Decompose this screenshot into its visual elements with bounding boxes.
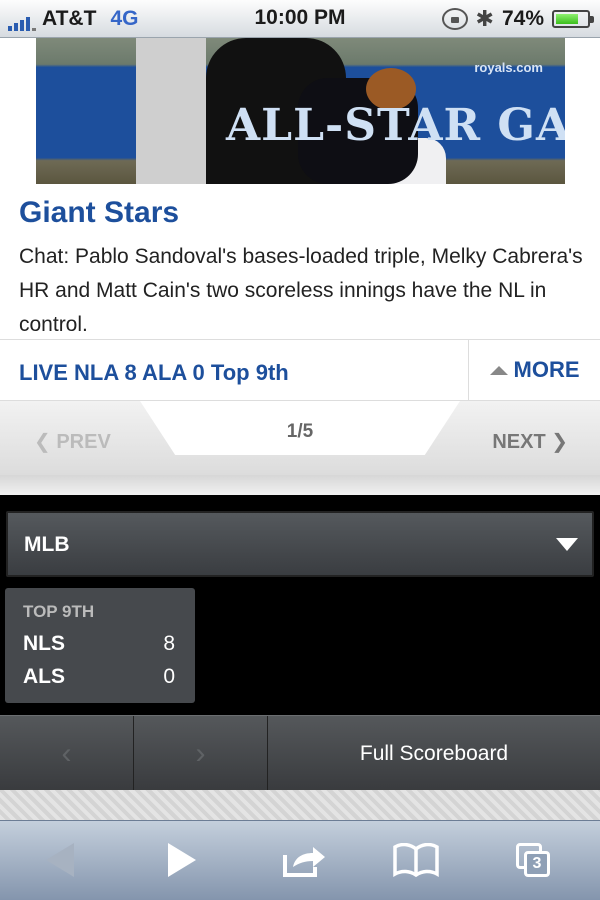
- chevron-right-icon: ›: [195, 737, 206, 770]
- hero-image[interactable]: ALL-STAR GAME 20 royals.com: [36, 38, 565, 184]
- scores-prev-button[interactable]: ‹: [0, 716, 134, 792]
- forward-button[interactable]: [152, 835, 212, 885]
- league-select[interactable]: MLB: [6, 511, 594, 577]
- status-bar: AT&T 4G 10:00 PM ✱ 74%: [0, 0, 600, 38]
- team-runs: 0: [163, 665, 175, 688]
- tab-count: 3: [524, 851, 550, 877]
- next-label: NEXT: [492, 431, 546, 453]
- article-summary: Chat: Pablo Sandoval's bases-loaded trip…: [19, 245, 583, 336]
- inning-label: TOP 9TH: [23, 602, 95, 621]
- page-bottom-stripe: [0, 790, 600, 820]
- live-score-row: LIVE NLA 8 ALA 0 Top 9th MORE: [0, 339, 600, 401]
- chevron-right-icon: ❯: [551, 431, 568, 453]
- team-runs: 8: [163, 632, 175, 655]
- carousel-pager: 1/5 ❮ PREV NEXT ❯: [0, 401, 600, 475]
- more-button[interactable]: MORE: [468, 340, 600, 400]
- scoreboard: MLB TOP 9TH NLS 8 ALS 0 ‹ › Full Scorebo…: [0, 495, 600, 795]
- forward-icon: [168, 843, 196, 877]
- next-button[interactable]: NEXT ❯: [492, 429, 568, 454]
- scoreboard-nav: ‹ › Full Scoreboard: [0, 715, 600, 792]
- status-right: ✱ 74%: [441, 6, 594, 32]
- tabs-icon: 3: [516, 843, 550, 877]
- lock-rotation-icon: [441, 8, 468, 30]
- banner-text: ALL-STAR GAME 20: [226, 100, 565, 151]
- prev-button[interactable]: ❮ PREV: [34, 429, 111, 454]
- player-figure: [136, 38, 206, 184]
- bluetooth-icon: ✱: [475, 6, 494, 31]
- battery-percent: 74%: [501, 7, 544, 30]
- tabs-button[interactable]: 3: [503, 835, 563, 885]
- live-score-link[interactable]: LIVE NLA 8 ALA 0 Top 9th: [19, 360, 289, 386]
- browser-toolbar: 3: [0, 820, 600, 900]
- page: AT&T 4G 10:00 PM ✱ 74% ALL-STAR GAME 20 …: [0, 0, 600, 900]
- article-headline[interactable]: Giant Stars: [19, 196, 179, 230]
- share-icon: [283, 847, 325, 877]
- back-icon: [46, 843, 74, 877]
- game-card[interactable]: TOP 9TH NLS 8 ALS 0: [5, 588, 195, 703]
- banner-url: royals.com: [474, 60, 543, 75]
- scores-next-button[interactable]: ›: [134, 716, 268, 792]
- bookmarks-button[interactable]: [386, 835, 446, 885]
- caret-down-icon: [556, 538, 578, 551]
- chevron-left-icon: ❮: [34, 431, 51, 453]
- full-scoreboard-button[interactable]: Full Scoreboard: [268, 716, 600, 792]
- bookmarks-icon: [393, 843, 439, 877]
- pager-divider: [0, 475, 600, 495]
- chevron-left-icon: ‹: [61, 737, 72, 770]
- back-button[interactable]: [30, 835, 90, 885]
- share-button[interactable]: [274, 835, 334, 885]
- prev-label: PREV: [56, 431, 111, 453]
- battery-icon: [552, 10, 594, 28]
- caret-up-icon: [489, 365, 508, 375]
- league-label: MLB: [24, 533, 70, 556]
- more-label: MORE: [513, 357, 580, 382]
- team-name: ALS: [23, 665, 65, 688]
- team-name: NLS: [23, 632, 65, 655]
